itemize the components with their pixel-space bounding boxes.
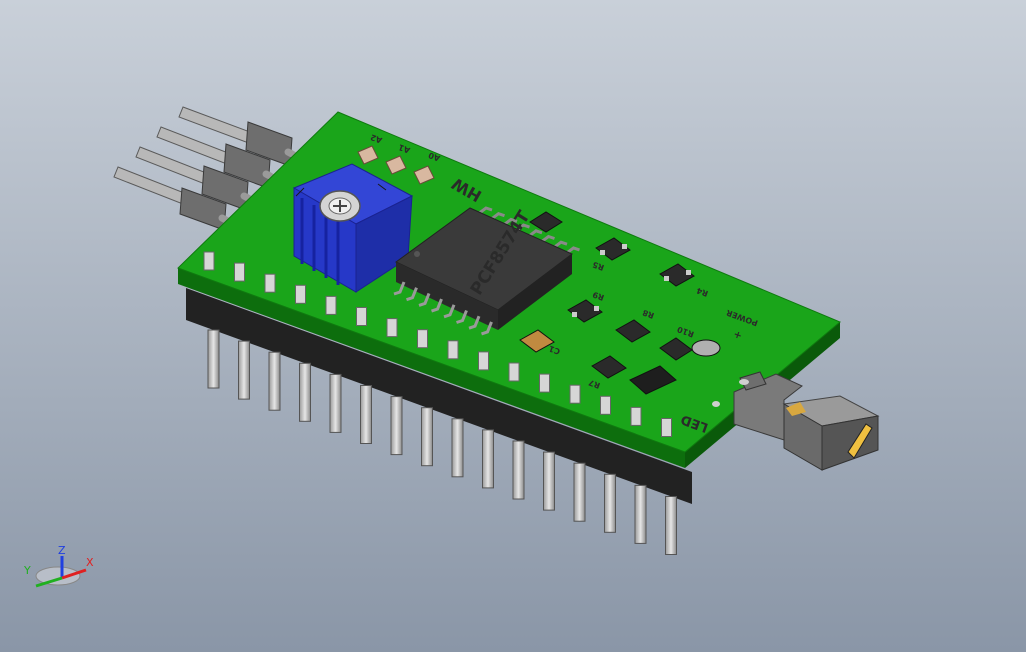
- header-pin-top: [203, 251, 215, 271]
- cad-viewport[interactable]: A2 A1 A0 PCF8574T HW R5 R4 R9 R8 R10 R7 …: [0, 0, 1026, 652]
- axis-z-label: Z: [58, 544, 66, 557]
- header-pin-down: [207, 329, 220, 389]
- header-pin-down: [482, 429, 494, 489]
- header-pin-down: [360, 385, 372, 444]
- header-pin-top: [386, 318, 398, 338]
- axis-y-label: Y: [23, 564, 31, 577]
- header-pin-down: [451, 418, 464, 478]
- header-pin-down: [665, 496, 677, 555]
- header-pin-down: [604, 473, 616, 533]
- header-pin-down: [299, 362, 311, 422]
- header-pin-down: [512, 440, 525, 500]
- axis-x-label: X: [86, 556, 94, 569]
- triad-disc: [35, 566, 81, 586]
- header-pin-top: [508, 362, 520, 382]
- header-pin-top: [234, 262, 245, 282]
- header-pin-down: [329, 373, 342, 433]
- header-pin-down: [238, 340, 250, 400]
- header-pin-top: [539, 373, 550, 393]
- header-pin-top: [356, 307, 367, 326]
- header-pin-top: [447, 340, 459, 360]
- power-led: [691, 339, 721, 357]
- header-pin-top: [478, 351, 489, 371]
- header-pin-top: [264, 273, 276, 293]
- header-pin-top: [295, 284, 306, 304]
- pcb-3d-model[interactable]: A2 A1 A0 PCF8574T HW R5 R4 R9 R8 R10 R7 …: [0, 0, 1026, 652]
- header-pin-down: [634, 484, 647, 544]
- header-pin-down: [268, 351, 281, 411]
- header-pin-top: [630, 406, 642, 426]
- header-pin-down: [573, 462, 586, 522]
- header-pin-top: [661, 418, 672, 437]
- header-pin-top: [417, 329, 428, 349]
- header-pin-top: [325, 295, 337, 315]
- chip-pin1-mark: [414, 251, 420, 257]
- header-pin-down: [543, 451, 555, 511]
- header-pin-top: [600, 395, 611, 415]
- header-pin-down: [421, 407, 433, 467]
- header-pin-down: [390, 396, 403, 456]
- header-pin-top: [569, 384, 581, 404]
